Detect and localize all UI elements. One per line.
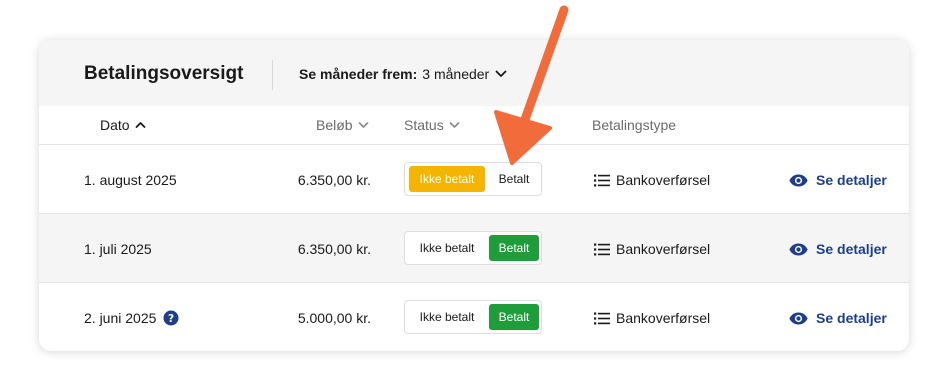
- svg-text:?: ?: [168, 313, 174, 325]
- row-amount: 5.000,00 kr.: [297, 310, 371, 326]
- column-header-payment-type-label: Betalingstype: [592, 117, 677, 133]
- status-toggle: Ikke betalt Betalt: [404, 300, 542, 334]
- row-payment-type: Bankoverførsel: [594, 241, 710, 257]
- months-ahead-value: 3 måneder: [422, 66, 490, 82]
- row-amount: 6.350,00 kr.: [297, 241, 371, 257]
- eye-icon: [789, 243, 808, 256]
- question-circle-icon[interactable]: ?: [163, 310, 179, 326]
- chevron-down-icon: [449, 121, 460, 129]
- see-details-label: Se detaljer: [816, 172, 887, 188]
- column-header-status-label: Status: [404, 117, 444, 133]
- column-header-date[interactable]: Dato: [100, 117, 146, 133]
- row-date-text: 1. juli 2025: [84, 241, 152, 257]
- row-date: 2. juni 2025 ?: [84, 310, 179, 326]
- chevron-down-icon: [495, 70, 507, 78]
- status-unpaid-button[interactable]: Ikke betalt: [409, 166, 485, 192]
- list-icon: [594, 243, 610, 256]
- table-header: Dato Beløb Status Betalingstype: [39, 106, 909, 145]
- see-details-label: Se detaljer: [816, 241, 887, 257]
- months-ahead-dropdown[interactable]: Se måneder frem: 3 måneder: [299, 66, 507, 82]
- card-header: Betalingsoversigt Se måneder frem: 3 mån…: [39, 40, 909, 106]
- row-payment-type-text: Bankoverførsel: [616, 310, 711, 326]
- table-row: 2. juni 2025 ? 5.000,00 kr. Ikke betalt …: [39, 283, 909, 351]
- see-details-link[interactable]: Se detaljer: [789, 241, 887, 257]
- status-toggle: Ikke betalt Betalt: [404, 162, 542, 196]
- see-details-label: Se detaljer: [816, 310, 887, 326]
- status-unpaid-button[interactable]: Ikke betalt: [409, 235, 485, 261]
- page-title: Betalingsoversigt: [84, 63, 244, 84]
- status-toggle: Ikke betalt Betalt: [404, 231, 542, 265]
- list-icon: [594, 174, 610, 187]
- row-payment-type: Bankoverførsel: [594, 310, 710, 326]
- eye-icon: [789, 174, 808, 187]
- header-divider: [272, 60, 273, 90]
- see-details-link[interactable]: Se detaljer: [789, 310, 887, 326]
- status-paid-button[interactable]: Betalt: [489, 235, 539, 261]
- payment-overview-card: Betalingsoversigt Se måneder frem: 3 mån…: [39, 40, 909, 351]
- table-row: 1. juli 2025 6.350,00 kr. Ikke betalt Be…: [39, 214, 909, 283]
- chevron-up-icon: [135, 121, 146, 129]
- row-date-text: 2. juni 2025: [84, 310, 157, 326]
- list-icon: [594, 312, 610, 325]
- months-ahead-label: Se måneder frem:: [299, 66, 418, 82]
- column-header-amount[interactable]: Beløb: [316, 117, 369, 133]
- row-date-text: 1. august 2025: [84, 172, 177, 188]
- table-row: 1. august 2025 6.350,00 kr. Ikke betalt …: [39, 145, 909, 214]
- row-payment-type-text: Bankoverførsel: [616, 241, 711, 257]
- row-amount: 6.350,00 kr.: [297, 172, 371, 188]
- eye-icon: [789, 312, 808, 325]
- status-paid-button[interactable]: Betalt: [489, 304, 539, 330]
- column-header-amount-label: Beløb: [316, 117, 353, 133]
- row-payment-type: Bankoverførsel: [594, 172, 710, 188]
- row-payment-type-text: Bankoverførsel: [616, 172, 711, 188]
- see-details-link[interactable]: Se detaljer: [789, 172, 887, 188]
- column-header-date-label: Dato: [100, 117, 130, 133]
- row-date: 1. august 2025: [84, 172, 177, 188]
- status-paid-button[interactable]: Betalt: [489, 166, 539, 192]
- column-header-status[interactable]: Status: [404, 117, 460, 133]
- row-date: 1. juli 2025: [84, 241, 152, 257]
- chevron-down-icon: [358, 121, 369, 129]
- status-unpaid-button[interactable]: Ikke betalt: [409, 304, 485, 330]
- column-header-payment-type: Betalingstype: [592, 117, 676, 133]
